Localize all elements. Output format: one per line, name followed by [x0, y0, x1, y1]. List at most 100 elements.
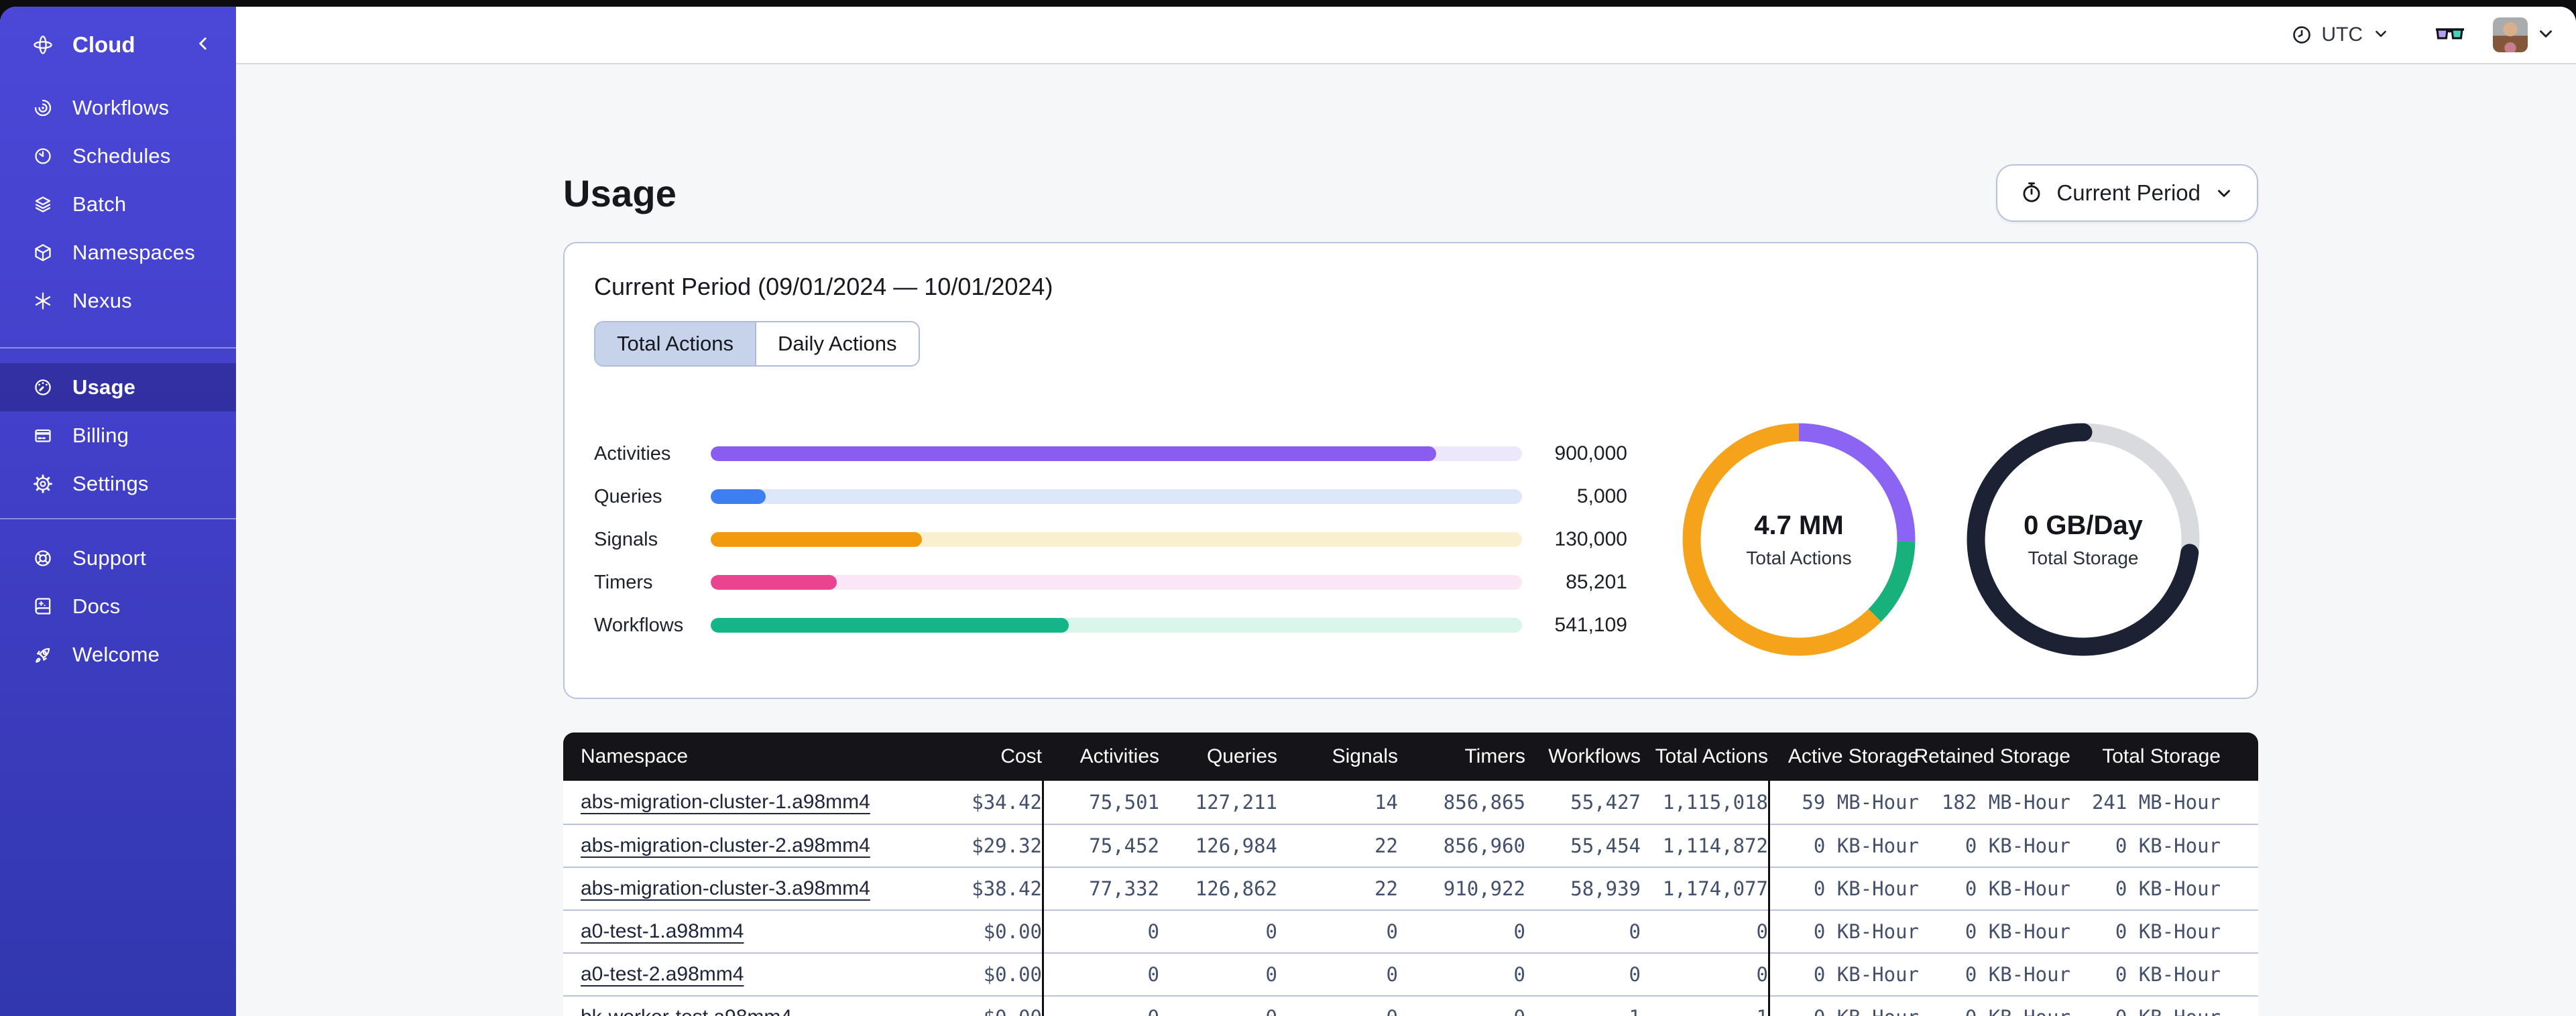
namespace-link[interactable]: a0-test-2.a98mm4 [581, 963, 744, 986]
namespace-link[interactable]: abs-migration-cluster-2.a98mm4 [581, 834, 870, 857]
sidebar-item-namespaces[interactable]: Namespaces [0, 229, 236, 277]
timezone-selector[interactable]: UTC [2292, 23, 2390, 46]
bar-label: Signals [594, 528, 658, 550]
welcome-icon [32, 644, 54, 665]
sidebar-item-welcome[interactable]: Welcome [0, 631, 236, 679]
cell-total-storage: 0 KB-Hour [2070, 995, 2221, 1016]
cell-workflows: 0 [1525, 909, 1641, 952]
tab-daily-actions[interactable]: Daily Actions [755, 322, 919, 365]
cell-cost: $29.32 [874, 824, 1042, 867]
column-header-total-storage: Total Storage [2102, 745, 2221, 767]
cell-retained-storage: 0 KB-Hour [1919, 867, 2070, 909]
cell-namespace[interactable]: a0-test-1.a98mm4 [563, 909, 874, 952]
usage-charts: Activities 900,000 Queries 5,000 Signals 1… [594, 419, 2227, 660]
avatar[interactable] [2493, 17, 2528, 52]
sidebar-collapse-icon[interactable] [194, 35, 212, 56]
column-header-queries: Queries [1206, 745, 1277, 767]
cell-namespace[interactable]: bk-worker-test.a98mm4 [563, 995, 874, 1016]
cell-namespace[interactable]: abs-migration-cluster-3.a98mm4 [563, 867, 874, 909]
cell-activities: 0 [1044, 909, 1159, 952]
sidebar-item-batch[interactable]: Batch [0, 180, 236, 229]
cell-active-storage: 0 KB-Hour [1770, 995, 1919, 1016]
bar-track [711, 575, 1522, 590]
namespaces-icon [32, 242, 54, 263]
bar-fill [711, 618, 1069, 633]
cell-timers: 856,960 [1398, 824, 1525, 867]
namespace-link[interactable]: bk-worker-test.a98mm4 [581, 1006, 792, 1016]
cell-cost: $0.00 [874, 909, 1042, 952]
bar-label: Activities [594, 442, 671, 464]
sidebar-item-settings[interactable]: Settings [0, 460, 236, 508]
page-header: Usage Current Period [563, 164, 2258, 222]
namespace-usage-table: Namespace Cost Activities Queries Signals Tim… [563, 733, 2258, 1016]
total-actions-caption: Total Actions [1746, 547, 1852, 568]
total-storage-donut: 0 GB/Day Total Storage [1963, 419, 2204, 660]
bar-fill [711, 446, 1436, 461]
column-header-total-actions: Total Actions [1655, 745, 1768, 767]
table-spacer [2221, 733, 2258, 781]
usage-card-title: Current Period (09/01/2024 — 10/01/2024) [594, 273, 1053, 300]
cell-total-storage: 0 KB-Hour [2070, 909, 2221, 952]
sidebar-item-workflows[interactable]: Workflows [0, 84, 236, 132]
cell-active-storage: 59 MB-Hour [1802, 791, 1919, 814]
cell-signals: 22 [1277, 824, 1398, 867]
sidebar-item-label: Docs [72, 594, 121, 618]
cell-activities: 0 [1044, 995, 1159, 1016]
bar-value: 5,000 [1576, 485, 1627, 507]
bar-fill [711, 575, 837, 590]
cell-timers: 0 [1398, 909, 1525, 952]
table-row: a0-test-1.a98mm4 $0.00 0 0 0 0 0 0 0 KB-Hour 0 KB… [563, 909, 2258, 952]
bar-fill [711, 489, 766, 504]
sidebar-item-label: Support [72, 546, 146, 570]
cell-total-storage: 0 KB-Hour [2070, 952, 2221, 995]
sidebar-item-schedules[interactable]: Schedules [0, 132, 236, 180]
namespace-link[interactable]: a0-test-1.a98mm4 [581, 920, 744, 943]
cell-namespace[interactable]: a0-test-2.a98mm4 [563, 952, 874, 995]
cell-signals: 0 [1277, 909, 1398, 952]
sidebar-item-docs[interactable]: Docs [0, 582, 236, 631]
namespace-link[interactable]: abs-migration-cluster-1.a98mm4 [581, 791, 870, 814]
bar-label: Timers [594, 571, 653, 593]
billing-icon [32, 425, 54, 446]
bar-value: 541,109 [1554, 614, 1627, 636]
bar-row-queries: Queries 5,000 [594, 475, 1627, 518]
account-menu-chevron-down-icon[interactable] [2536, 23, 2556, 47]
cell-retained-storage: 0 KB-Hour [1919, 952, 2070, 995]
sidebar-item-usage[interactable]: Usage [0, 363, 236, 411]
bar-track [711, 446, 1522, 461]
table-spacer [2221, 824, 2258, 867]
timezone-label: UTC [2321, 23, 2363, 46]
cell-timers: 0 [1398, 952, 1525, 995]
sidebar-item-label: Workflows [72, 96, 170, 119]
cell-activities: 77,332 [1044, 867, 1159, 909]
preview-glasses-icon[interactable] [2434, 22, 2466, 48]
bar-label: Queries [594, 485, 662, 507]
tab-total-actions[interactable]: Total Actions [595, 322, 756, 365]
period-selector-button[interactable]: Current Period [1996, 164, 2258, 222]
sidebar-item-support[interactable]: Support [0, 534, 236, 582]
cell-total-storage: 0 KB-Hour [2070, 867, 2221, 909]
cell-timers: 856,865 [1443, 791, 1525, 814]
cell-retained-storage: 0 KB-Hour [1919, 909, 2070, 952]
column-header-cost: Cost [1000, 745, 1042, 767]
cell-namespace[interactable]: abs-migration-cluster-1.a98mm4 [563, 781, 874, 824]
table-spacer [2221, 995, 2258, 1016]
sidebar-item-billing[interactable]: Billing [0, 411, 236, 460]
cell-activities: 0 [1044, 952, 1159, 995]
table-row: abs-migration-cluster-1.a98mm4 $34.42 75,5… [563, 781, 2258, 824]
table-row: abs-migration-cluster-3.a98mm4 $38.42 77,3… [563, 867, 2258, 909]
sidebar-item-nexus[interactable]: Nexus [0, 277, 236, 325]
bar-row-workflows: Workflows 541,109 [594, 604, 1627, 647]
namespace-link[interactable]: abs-migration-cluster-3.a98mm4 [581, 877, 870, 900]
cell-active-storage: 0 KB-Hour [1770, 952, 1919, 995]
usage-card: Current Period (09/01/2024 — 10/01/2024)… [563, 242, 2258, 699]
period-selector-label: Current Period [2056, 180, 2201, 205]
sidebar-item-label: Welcome [72, 643, 160, 666]
bar-label: Workflows [594, 614, 684, 636]
column-header-retained-storage: Retained Storage [1914, 745, 2071, 767]
table-spacer [2221, 952, 2258, 995]
batch-icon [32, 194, 54, 215]
total-storage-value: 0 GB/Day [2024, 510, 2143, 540]
cell-queries: 0 [1159, 995, 1277, 1016]
cell-namespace[interactable]: abs-migration-cluster-2.a98mm4 [563, 824, 874, 867]
